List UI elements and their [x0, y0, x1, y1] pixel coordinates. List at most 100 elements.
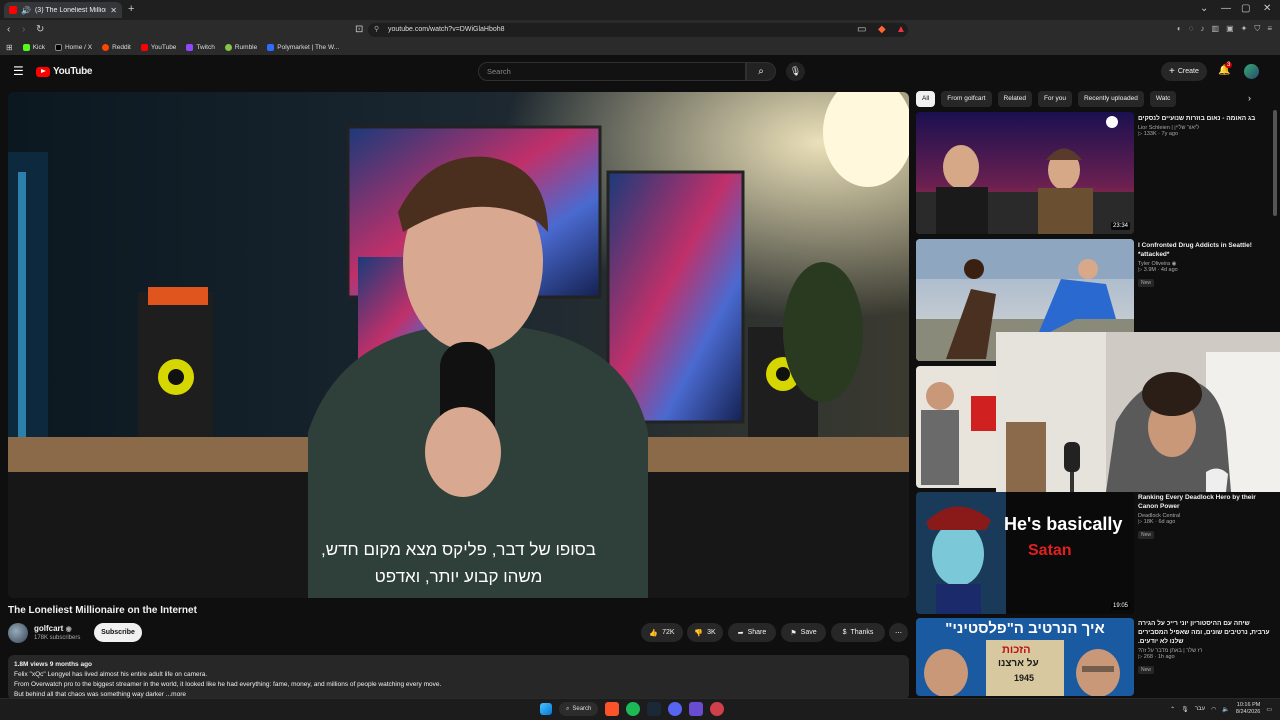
notification-count-badge: 3 — [1225, 62, 1233, 68]
chip-for-you[interactable]: For you — [1037, 91, 1072, 107]
bookmark-x[interactable]: Home / X — [54, 44, 92, 51]
app-icon[interactable] — [689, 702, 704, 716]
thanks-button[interactable]: $ Thanks — [831, 623, 885, 642]
channel-name[interactable]: golfcart ◉ — [34, 624, 72, 633]
subscribe-button[interactable]: Subscribe — [94, 623, 142, 642]
vpn-icon[interactable]: ⛉ — [1254, 24, 1260, 34]
video-title[interactable]: בג האומה - נאום בוזרות שנועיים לנסקים — [1138, 114, 1270, 123]
site-info-icon[interactable]: ⚲ — [374, 23, 379, 37]
bookmark-twitch[interactable]: Twitch — [186, 44, 215, 51]
microphone-icon: 🎙 — [789, 66, 802, 76]
tab-search-icon[interactable]: ⌄ — [1200, 3, 1208, 14]
dislike-button[interactable]: 👎 3K — [687, 623, 723, 642]
new-tab-icon[interactable]: + — [128, 3, 134, 15]
cast-icon[interactable]: ▭ — [857, 24, 866, 35]
language-indicator[interactable]: עבר — [1195, 706, 1205, 712]
url-bar[interactable]: ⚲ youtube.com/watch?v=DWiGlaHboh8 — [368, 23, 908, 37]
video-meta: בג האומה - נאום בוזרות שנועיים לנסקים Li… — [1138, 114, 1270, 137]
channel-avatar[interactable] — [8, 623, 28, 643]
chip-all[interactable]: All — [916, 91, 936, 107]
bookmark-reddit[interactable]: Reddit — [102, 44, 131, 51]
bookmark-rumble[interactable]: Rumble — [224, 44, 257, 51]
video-views-age: ▷ 3.9M · 4d ago — [1138, 267, 1178, 273]
bookmark-polymarket[interactable]: Polymarket | The W... — [267, 44, 339, 51]
description-box[interactable]: 1.8M views 9 months ago Felix "xQc" Leng… — [8, 655, 909, 700]
video-thumbnail[interactable]: איך הנרטיב ה"פלסטיני" הזכות על ארצנו 194… — [916, 618, 1134, 696]
notification-center-icon[interactable]: ▭ — [1266, 706, 1272, 713]
chip-from-channel[interactable]: From golfcart — [941, 91, 992, 107]
media-icon[interactable]: ♪ — [1201, 24, 1205, 34]
search-input[interactable]: Search — [478, 62, 746, 81]
steam-icon[interactable] — [647, 702, 662, 716]
thumbnail-caption: 1945 — [1014, 673, 1035, 683]
bookmark-kick[interactable]: Kick — [22, 44, 45, 51]
video-thumbnail[interactable]: 23:34 — [916, 112, 1134, 234]
spotify-icon[interactable] — [626, 702, 641, 716]
taskbar-search[interactable]: ⌕ Search — [559, 702, 599, 716]
brave-browser-icon[interactable] — [605, 702, 620, 716]
thumbnail-caption: Satan — [1028, 542, 1072, 559]
video-player[interactable]: בסופו של דבר, פליקס מצא מקום חדש, משהו ק… — [8, 92, 909, 598]
clock[interactable]: 10:16 PM 8/24/2026 — [1236, 702, 1260, 716]
thumbs-up-icon: 👍 — [649, 629, 659, 637]
app-icon[interactable] — [710, 702, 725, 716]
close-tab-icon[interactable]: ✕ — [110, 6, 117, 15]
video-title[interactable]: I Confronted Drug Addicts in Seattle! *a… — [1138, 241, 1270, 259]
video-title[interactable]: שיחה עם ההיסטוריון יוני רייכ על הגירה ער… — [1138, 619, 1270, 646]
extension-icon[interactable]: ◐ — [1177, 24, 1182, 34]
video-thumbnail[interactable]: He's basically Satan 19:05 — [916, 492, 1134, 614]
like-button[interactable]: 👍 72K — [641, 623, 683, 642]
thumbnail-caption: על ארצנו — [998, 658, 1039, 669]
youtube-logo[interactable]: YouTube — [36, 66, 93, 77]
extension-icon[interactable]: ◌ — [1189, 24, 1194, 34]
apps-grid-icon[interactable]: ⊞ — [6, 43, 13, 52]
plus-icon: + — [1169, 66, 1175, 77]
maximize-icon[interactable]: ▢ — [1241, 3, 1250, 14]
browser-tab[interactable]: 🔊 (3) The Loneliest Millionaire ... ✕ — [4, 2, 122, 18]
more-actions-button[interactable]: ⋯ — [889, 623, 908, 642]
create-button[interactable]: + Create — [1161, 62, 1207, 81]
thumbnail-image — [916, 492, 1006, 614]
windows-start-icon[interactable] — [540, 703, 552, 715]
forward-icon[interactable]: › — [22, 24, 25, 35]
chip-related[interactable]: Related — [997, 91, 1032, 107]
video-title: The Loneliest Millionaire on the Interne… — [8, 605, 197, 616]
video-duration: 19:05 — [1110, 602, 1130, 610]
chevron-up-icon[interactable]: ⌃ — [1170, 706, 1175, 713]
reddit-icon — [102, 44, 110, 51]
hamburger-menu-icon[interactable]: ☰ — [13, 64, 24, 78]
new-badge: New — [1138, 279, 1155, 287]
minimize-icon[interactable]: — — [1221, 3, 1231, 14]
bookmark-youtube[interactable]: YouTube — [140, 44, 176, 51]
description-line: From Overwatch pro to the biggest stream… — [14, 681, 442, 688]
audio-playing-icon[interactable]: 🔊 — [21, 6, 31, 15]
share-button[interactable]: ➦ Share — [728, 623, 776, 642]
shield-icon[interactable]: ◆ — [878, 24, 886, 35]
back-icon[interactable]: ‹ — [7, 24, 10, 35]
chip-watched[interactable]: Watc — [1149, 91, 1177, 107]
bookmark-page-icon[interactable]: ⊡ — [355, 24, 363, 35]
extensions-puzzle-icon[interactable]: ✦ — [1241, 24, 1248, 34]
rewards-icon[interactable]: ▲ — [896, 24, 906, 35]
wallet-icon[interactable]: ▣ — [1226, 24, 1234, 34]
chip-recently-uploaded[interactable]: Recently uploaded — [1077, 91, 1144, 107]
discord-icon[interactable] — [668, 702, 683, 716]
save-button[interactable]: ⚑ Save — [781, 623, 826, 642]
microphone-icon[interactable]: 🎙 — [1181, 706, 1189, 713]
video-title[interactable]: Ranking Every Deadlock Hero by their Can… — [1138, 493, 1270, 511]
address-toolbar: ‹ › ↻ ⊡ ⚲ youtube.com/watch?v=DWiGlaHboh… — [0, 20, 1280, 40]
voice-search-button[interactable]: 🎙 — [786, 62, 805, 81]
sidebar-icon[interactable]: ▥ — [1212, 24, 1220, 34]
windows-taskbar: ⌕ Search ⌃ 🎙 עבר ◠ 🔈 10:16 PM 8/24/2026 ▭ — [0, 698, 1280, 720]
volume-icon[interactable]: 🔈 — [1222, 706, 1229, 713]
close-window-icon[interactable]: ✕ — [1263, 3, 1271, 14]
sidebar-scrollbar[interactable] — [1273, 110, 1277, 216]
search-button[interactable]: ⌕ — [746, 62, 776, 81]
reload-icon[interactable]: ↻ — [36, 24, 44, 35]
chevron-right-icon[interactable]: › — [1248, 93, 1251, 103]
thumbnail-image — [916, 116, 1134, 234]
account-avatar[interactable] — [1244, 64, 1259, 79]
menu-icon[interactable]: ≡ — [1267, 24, 1272, 34]
extensions-area: ◐ ◌ ♪ ▥ ▣ ✦ ⛉ ≡ — [1177, 24, 1272, 34]
wifi-icon[interactable]: ◠ — [1211, 706, 1216, 713]
